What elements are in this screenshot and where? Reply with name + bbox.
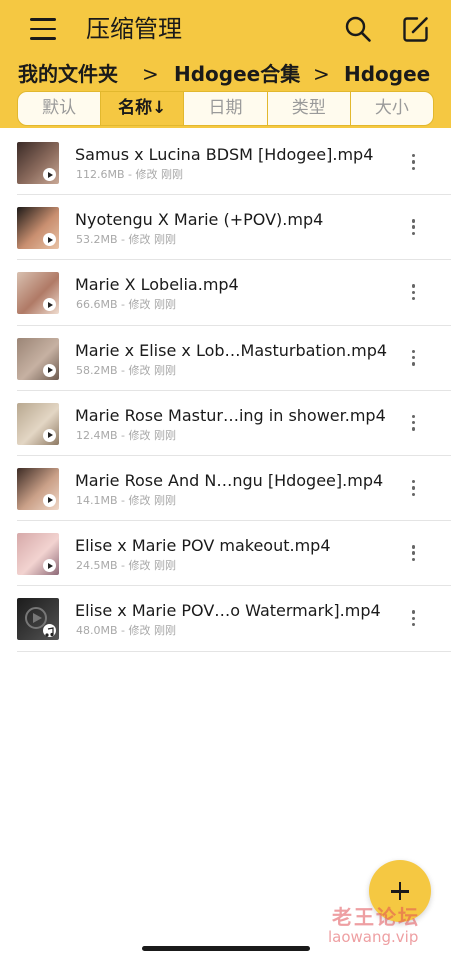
file-list: Samus x Lucina BDSM [Hdogee].mp4 112.6MB… <box>0 130 451 652</box>
file-name: Marie Rose Mastur…ing in shower.mp4 <box>75 405 386 425</box>
home-indicator[interactable] <box>142 946 310 951</box>
breadcrumb-separator: > <box>313 62 330 86</box>
top-bar: 压缩管理 <box>0 0 451 58</box>
file-meta: 12.4MB - 修改 刚刚 <box>76 428 176 442</box>
file-row[interactable]: Elise x Marie POV makeout.mp4 24.5MB - 修… <box>0 521 451 587</box>
play-icon <box>43 559 56 573</box>
watermark-url: laowang.vip <box>328 928 419 946</box>
sort-tab-date[interactable]: 日期 <box>184 92 268 125</box>
sort-tab-type[interactable]: 类型 <box>268 92 351 125</box>
video-thumbnail <box>17 533 59 576</box>
play-icon <box>43 168 56 181</box>
breadcrumb-item-hdogee-collection[interactable]: Hdogee合集 <box>174 58 300 90</box>
file-meta: 66.6MB - 修改 刚刚 <box>76 298 176 312</box>
file-meta: 24.5MB - 修改 刚刚 <box>76 559 176 573</box>
more-vertical-icon[interactable] <box>404 217 424 237</box>
more-vertical-icon[interactable] <box>404 348 424 368</box>
play-icon <box>43 233 56 247</box>
more-vertical-icon[interactable] <box>404 152 424 172</box>
file-row[interactable]: Marie X Lobelia.mp4 66.6MB - 修改 刚刚 <box>0 260 451 326</box>
play-icon <box>43 428 56 442</box>
video-thumbnail <box>17 142 59 184</box>
sort-tab-default[interactable]: 默认 <box>18 92 102 125</box>
file-row[interactable]: Marie Rose And N…ngu [Hdogee].mp4 14.1MB… <box>0 456 451 522</box>
more-vertical-icon[interactable] <box>404 282 424 302</box>
file-row[interactable]: Elise x Marie POV…o Watermark].mp4 48.0M… <box>0 586 451 652</box>
sort-tabs: 默认 名称↓ 日期 类型 大小 <box>17 91 434 126</box>
file-name: Elise x Marie POV…o Watermark].mp4 <box>75 601 381 621</box>
menu-icon[interactable] <box>30 18 56 40</box>
file-name: Marie Rose And N…ngu [Hdogee].mp4 <box>75 470 384 490</box>
file-name: Marie x Elise x Lob…Masturbation.mp4 <box>75 340 388 360</box>
breadcrumb-item-my-folder[interactable]: 我的文件夹 <box>18 58 118 90</box>
breadcrumb-separator: > <box>142 62 159 86</box>
video-thumbnail <box>17 207 59 250</box>
app-header: 压缩管理 我的文件夹 > Hdogee合集 > Hdogee 默认 名称↓ 日期… <box>0 0 451 128</box>
file-meta: 112.6MB - 修改 刚刚 <box>76 168 183 181</box>
sort-tab-size[interactable]: 大小 <box>351 92 433 125</box>
watermark-text: 老王论坛 <box>332 905 420 929</box>
video-thumbnail <box>17 272 59 315</box>
more-vertical-icon[interactable] <box>404 413 424 433</box>
search-icon[interactable] <box>344 15 372 43</box>
play-icon <box>43 493 56 507</box>
more-vertical-icon[interactable] <box>404 478 424 498</box>
file-row[interactable]: Nyotengu X Marie (+POV).mp4 53.2MB - 修改 … <box>0 195 451 261</box>
app-title: 压缩管理 <box>86 15 182 43</box>
file-name: Marie X Lobelia.mp4 <box>75 275 239 295</box>
sort-tab-name[interactable]: 名称↓ <box>101 92 185 125</box>
breadcrumb-item-hdogee[interactable]: Hdogee <box>344 58 430 90</box>
play-icon <box>43 298 56 312</box>
video-thumbnail <box>17 467 59 510</box>
file-meta: 53.2MB - 修改 刚刚 <box>76 233 176 247</box>
play-icon <box>43 363 56 377</box>
file-row[interactable]: Marie x Elise x Lob…Masturbation.mp4 58.… <box>0 326 451 391</box>
music-icon <box>43 624 56 638</box>
video-thumbnail <box>17 402 59 445</box>
file-name: Samus x Lucina BDSM [Hdogee].mp4 <box>75 145 374 164</box>
file-meta: 14.1MB - 修改 刚刚 <box>76 493 176 507</box>
breadcrumb: 我的文件夹 > Hdogee合集 > Hdogee <box>18 58 448 90</box>
file-meta: 58.2MB - 修改 刚刚 <box>76 363 176 377</box>
file-meta: 48.0MB - 修改 刚刚 <box>76 624 176 638</box>
file-name: Elise x Marie POV makeout.mp4 <box>75 536 331 556</box>
file-name: Nyotengu X Marie (+POV).mp4 <box>75 210 324 230</box>
file-row[interactable]: Marie Rose Mastur…ing in shower.mp4 12.4… <box>0 391 451 457</box>
more-vertical-icon[interactable] <box>404 608 424 628</box>
video-thumbnail <box>17 598 59 641</box>
video-thumbnail <box>17 337 59 380</box>
more-vertical-icon[interactable] <box>404 543 424 563</box>
file-row[interactable]: Samus x Lucina BDSM [Hdogee].mp4 112.6MB… <box>0 130 451 196</box>
edit-icon[interactable] <box>402 15 430 43</box>
